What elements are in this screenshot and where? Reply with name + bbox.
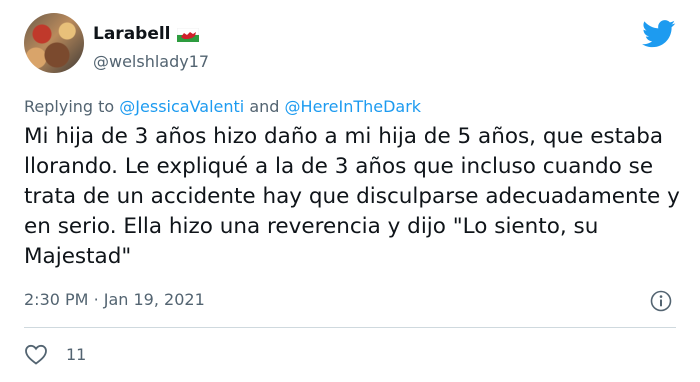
info-icon[interactable] bbox=[650, 290, 672, 312]
wales-flag-icon bbox=[176, 27, 199, 42]
replying-prefix: Replying to bbox=[24, 97, 115, 116]
author-name-row: Larabell bbox=[93, 24, 199, 44]
mention-link-2[interactable]: @HereInTheDark bbox=[285, 97, 422, 116]
avatar[interactable] bbox=[24, 13, 84, 73]
replying-connector: and bbox=[249, 97, 280, 116]
tweet-date[interactable]: Jan 19, 2021 bbox=[104, 290, 205, 309]
like-count: 11 bbox=[66, 344, 87, 364]
tweet-timestamp[interactable]: 2:30 PM · Jan 19, 2021 bbox=[24, 290, 205, 309]
display-name[interactable]: Larabell bbox=[93, 24, 171, 44]
tweet-text: Mi hija de 3 años hizo daño a mi hija de… bbox=[24, 124, 680, 269]
heart-icon[interactable] bbox=[24, 343, 48, 365]
meta-separator: · bbox=[93, 290, 99, 309]
user-handle[interactable]: @welshlady17 bbox=[93, 52, 209, 71]
replying-to-line: Replying to @JessicaValenti and @HereInT… bbox=[24, 97, 421, 116]
like-row[interactable]: 11 bbox=[24, 343, 86, 365]
divider bbox=[24, 327, 676, 328]
twitter-bird-icon[interactable] bbox=[642, 20, 676, 48]
tweet-time[interactable]: 2:30 PM bbox=[24, 290, 88, 309]
mention-link-1[interactable]: @JessicaValenti bbox=[119, 97, 244, 116]
